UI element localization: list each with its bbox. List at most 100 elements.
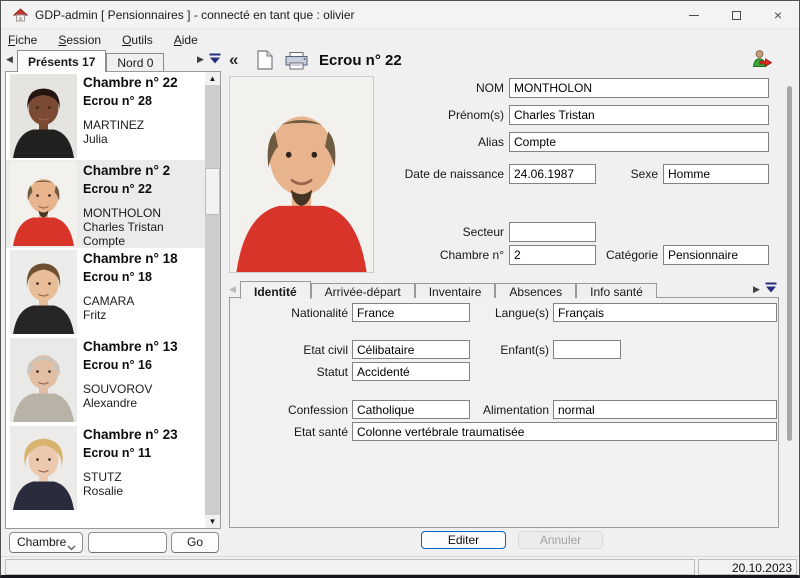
- sidebar-tab-presents[interactable]: Présents 17: [17, 50, 106, 72]
- detail-tab-list-icon[interactable]: [765, 282, 777, 294]
- resident-photo: [10, 250, 77, 334]
- secteur-field[interactable]: [509, 222, 596, 242]
- sidebar-tabs-next-icon[interactable]: ▶: [197, 55, 204, 64]
- alias-label: Alias: [346, 135, 504, 149]
- close-icon: ×: [774, 8, 782, 22]
- alimentation-field[interactable]: [553, 400, 777, 419]
- room-number: Chambre n° 2: [83, 163, 170, 178]
- list-item[interactable]: Chambre n° 18 Ecrou n° 18 CAMARA Fritz: [6, 248, 205, 336]
- list-item[interactable]: Chambre n° 23 Ecrou n° 11 STUTZ Rosalie: [6, 424, 205, 512]
- sidebar-tab-strip: Présents 17 Nord 0: [17, 49, 164, 71]
- statut-field[interactable]: [352, 362, 470, 381]
- detail-tab-arriv-e-d-part[interactable]: Arrivée-départ: [311, 283, 415, 298]
- status-message-panel: [5, 559, 695, 575]
- sidebar-tabs-prev-icon[interactable]: ◀: [6, 55, 13, 64]
- print-icon[interactable]: [285, 52, 308, 75]
- ecrou-number: Ecrou n° 16: [83, 358, 152, 372]
- menu-bar: Fiche Session Outils Aide: [1, 30, 799, 49]
- close-button[interactable]: ×: [757, 1, 799, 29]
- naissance-field[interactable]: [509, 164, 596, 184]
- list-item[interactable]: Chambre n° 2 Ecrou n° 22 MONTHOLON Charl…: [6, 160, 205, 248]
- resident-photo: [10, 426, 77, 510]
- resident-photo: [10, 338, 77, 422]
- first-name: Charles Tristan: [83, 220, 164, 234]
- nationalite-label: Nationalité: [226, 306, 348, 320]
- list-item[interactable]: Chambre n° 22 Ecrou n° 28 MARTINEZ Julia: [6, 72, 205, 160]
- search-field-dropdown[interactable]: Chambre: [9, 532, 83, 553]
- last-name: MONTHOLON: [83, 206, 161, 220]
- resident-list-items: Chambre n° 22 Ecrou n° 28 MARTINEZ Julia…: [6, 72, 220, 512]
- list-item[interactable]: Chambre n° 13 Ecrou n° 16 SOUVOROV Alexa…: [6, 336, 205, 424]
- ecrou-number: Ecrou n° 22: [83, 182, 152, 196]
- collapse-sidebar-icon[interactable]: «: [229, 50, 238, 70]
- etat-civil-label: Etat civil: [226, 343, 348, 357]
- app-house-icon: [13, 8, 28, 27]
- sidebar-tab-list-icon[interactable]: [209, 53, 221, 65]
- first-name: Fritz: [83, 308, 106, 322]
- prenoms-field[interactable]: [509, 105, 769, 125]
- nom-field[interactable]: [509, 78, 769, 98]
- list-scrollbar-thumb[interactable]: [205, 168, 220, 215]
- detail-tab-identit-[interactable]: Identité: [240, 281, 311, 299]
- cancel-button: Annuler: [518, 531, 603, 549]
- enfants-label: Enfant(s): [421, 343, 549, 357]
- detail-tab-inventaire[interactable]: Inventaire: [415, 283, 496, 298]
- scroll-up-icon[interactable]: ▲: [205, 72, 220, 85]
- detail-scrollbar-thumb[interactable]: [787, 86, 792, 441]
- title-bar[interactable]: GDP-admin [ Pensionnaires ] - connecté e…: [1, 1, 799, 29]
- detail-tab-absences[interactable]: Absences: [495, 283, 576, 298]
- resident-photo: [10, 74, 77, 158]
- enfants-field[interactable]: [553, 340, 621, 359]
- list-scrollbar[interactable]: ▲ ▼: [205, 72, 220, 528]
- confession-label: Confession: [226, 403, 348, 417]
- secteur-label: Secteur: [346, 225, 504, 239]
- alias-name: Compte: [83, 234, 125, 248]
- last-name: STUTZ: [83, 470, 122, 484]
- page-title: Ecrou n° 22: [319, 52, 402, 69]
- first-name: Rosalie: [83, 484, 123, 498]
- status-datetime: 20.10.2023 12:28: [698, 559, 797, 575]
- ecrou-number: Ecrou n° 11: [83, 446, 151, 460]
- detail-tabs-prev-icon[interactable]: ◀: [229, 285, 236, 294]
- sidebar-tab-nord[interactable]: Nord 0: [106, 53, 164, 71]
- menu-session[interactable]: Session: [58, 33, 101, 47]
- chambre-label: Chambre n°: [346, 248, 504, 262]
- nom-label: NOM: [346, 81, 504, 95]
- etat-sante-field[interactable]: [352, 422, 777, 441]
- ecrou-number: Ecrou n° 18: [83, 270, 152, 284]
- alimentation-label: Alimentation: [421, 403, 549, 417]
- minimize-icon: [689, 15, 699, 16]
- new-document-icon[interactable]: [257, 50, 273, 75]
- room-number: Chambre n° 18: [83, 251, 178, 266]
- go-button[interactable]: Go: [171, 532, 219, 553]
- menu-aide[interactable]: Aide: [174, 33, 198, 47]
- first-name: Alexandre: [83, 396, 137, 410]
- sexe-field[interactable]: [663, 164, 769, 184]
- first-name: Julia: [83, 132, 108, 146]
- detail-tabs-next-icon[interactable]: ▶: [753, 285, 760, 294]
- langues-field[interactable]: [553, 303, 777, 322]
- maximize-button[interactable]: [715, 1, 757, 29]
- app-window: GDP-admin [ Pensionnaires ] - connecté e…: [0, 0, 800, 578]
- detail-tab-strip: IdentitéArrivée-départInventaireAbsences…: [240, 280, 657, 298]
- menu-fiche[interactable]: Fiche: [8, 33, 37, 47]
- last-name: MARTINEZ: [83, 118, 144, 132]
- edit-button[interactable]: Editer: [421, 531, 506, 549]
- scroll-down-icon[interactable]: ▼: [205, 515, 220, 528]
- detail-tab-info-sant-[interactable]: Info santé: [576, 283, 657, 298]
- etat-sante-label: Etat santé: [226, 425, 348, 439]
- menu-outils[interactable]: Outils: [122, 33, 153, 47]
- chevron-down-icon: [67, 540, 76, 554]
- resident-photo: [10, 162, 77, 246]
- categorie-label: Catégorie: [576, 248, 658, 262]
- categorie-field[interactable]: [663, 245, 769, 265]
- ecrou-number: Ecrou n° 28: [83, 94, 152, 108]
- alias-field[interactable]: [509, 132, 769, 152]
- window-title: GDP-admin [ Pensionnaires ] - connecté e…: [35, 8, 355, 22]
- search-field-value: Chambre: [17, 535, 66, 549]
- room-number: Chambre n° 13: [83, 339, 178, 354]
- minimize-button[interactable]: [673, 1, 715, 29]
- user-exit-icon[interactable]: [751, 49, 773, 76]
- status-bar: 20.10.2023 12:28: [1, 556, 799, 576]
- search-input[interactable]: [88, 532, 167, 553]
